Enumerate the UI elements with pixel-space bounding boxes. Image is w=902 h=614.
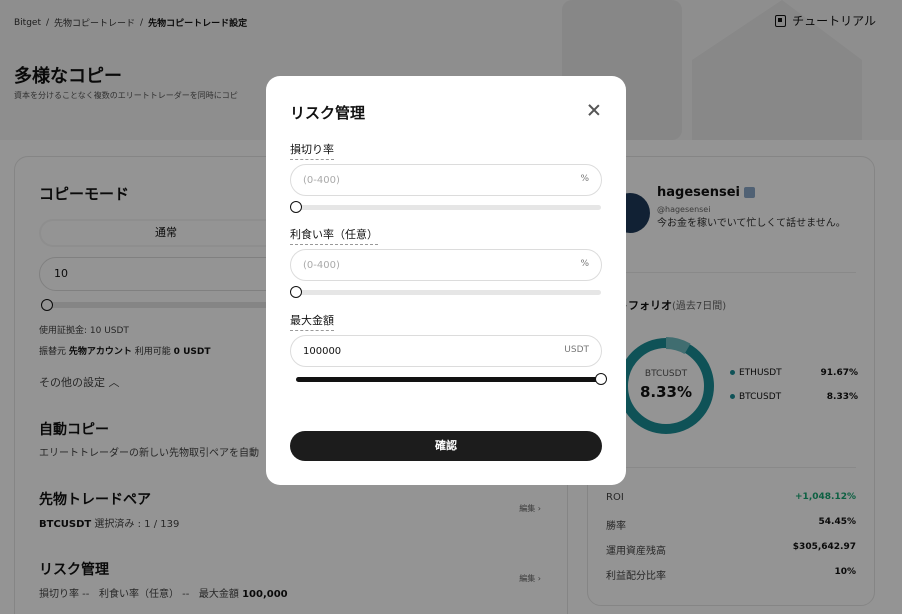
take-profit-label: 利食い率（任意） xyxy=(290,226,378,245)
slider-knob[interactable] xyxy=(290,201,302,213)
modal-title: リスク管理 xyxy=(290,104,366,122)
max-amount-input[interactable] xyxy=(303,336,543,366)
confirm-button[interactable]: 確認 xyxy=(290,431,602,461)
stop-loss-input[interactable] xyxy=(303,165,543,195)
slider-knob[interactable] xyxy=(595,373,607,385)
max-amount-unit: USDT xyxy=(564,345,589,355)
stop-loss-field[interactable]: % xyxy=(290,164,602,196)
close-icon[interactable] xyxy=(585,101,603,119)
take-profit-slider[interactable] xyxy=(290,286,601,298)
risk-management-modal: リスク管理 損切り率 % 利食い率（任意） % 最大金額 USDT 確認 xyxy=(266,76,626,485)
take-profit-unit: % xyxy=(580,259,589,269)
max-amount-label: 最大金額 xyxy=(290,312,334,331)
slider-fill xyxy=(296,377,601,382)
slider-knob[interactable] xyxy=(290,286,302,298)
stop-loss-label: 損切り率 xyxy=(290,141,334,160)
take-profit-field[interactable]: % xyxy=(290,249,602,281)
stop-loss-unit: % xyxy=(580,174,589,184)
max-amount-field[interactable]: USDT xyxy=(290,335,602,367)
max-amount-slider[interactable] xyxy=(296,373,607,385)
stop-loss-slider[interactable] xyxy=(290,201,601,213)
take-profit-input[interactable] xyxy=(303,250,543,280)
